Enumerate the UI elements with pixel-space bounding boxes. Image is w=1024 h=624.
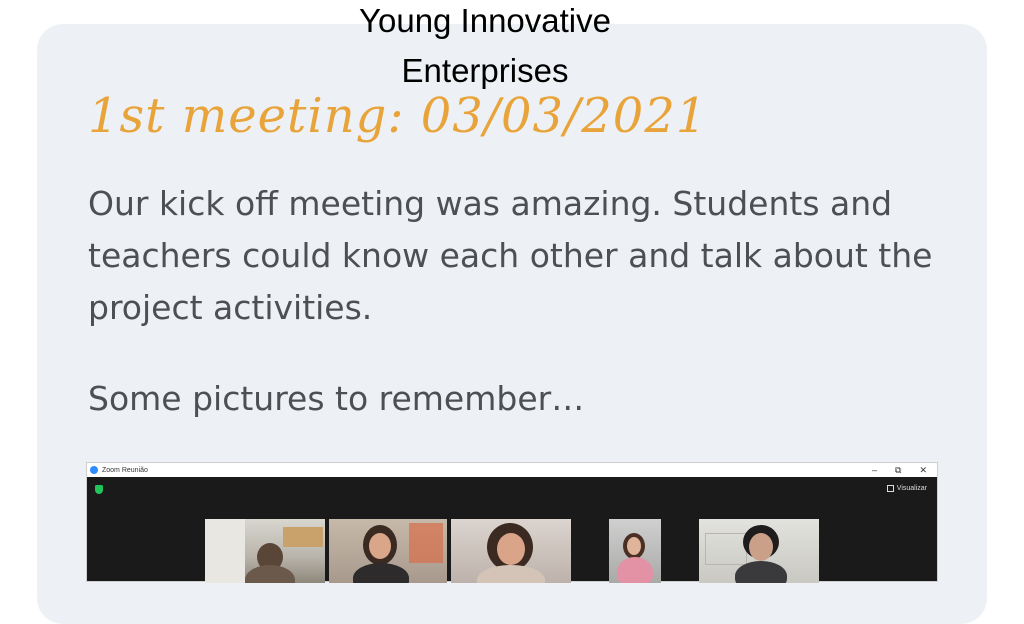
participant-tile: [451, 519, 571, 583]
restore-icon: ⧉: [895, 464, 902, 475]
grid-icon: [886, 485, 894, 492]
window-controls: – ⧉ ✕: [872, 463, 927, 477]
page-title: Young Innovative Enterprises: [359, 2, 611, 89]
zoom-screenshot: Zoom Reunião – ⧉ ✕ Visualizar: [86, 462, 938, 583]
close-icon: ✕: [919, 464, 927, 475]
post-closing: Some pictures to remember…: [88, 379, 585, 418]
zoom-logo-icon: [90, 466, 98, 474]
view-button: Visualizar: [886, 485, 927, 492]
shield-icon: [95, 485, 103, 494]
participant-tile: [329, 519, 447, 583]
participant-tile: [609, 519, 661, 583]
post-body: Our kick off meeting was amazing. Studen…: [88, 184, 933, 327]
view-label: Visualizar: [896, 485, 927, 492]
zoom-titlebar: Zoom Reunião – ⧉ ✕: [87, 463, 937, 477]
participant-tile: [699, 519, 819, 583]
minimize-icon: –: [872, 465, 878, 475]
participant-tile: [205, 519, 325, 583]
zoom-window-title: Zoom Reunião: [102, 466, 148, 474]
meeting-heading: 1st meeting: 03/03/2021: [88, 88, 708, 144]
